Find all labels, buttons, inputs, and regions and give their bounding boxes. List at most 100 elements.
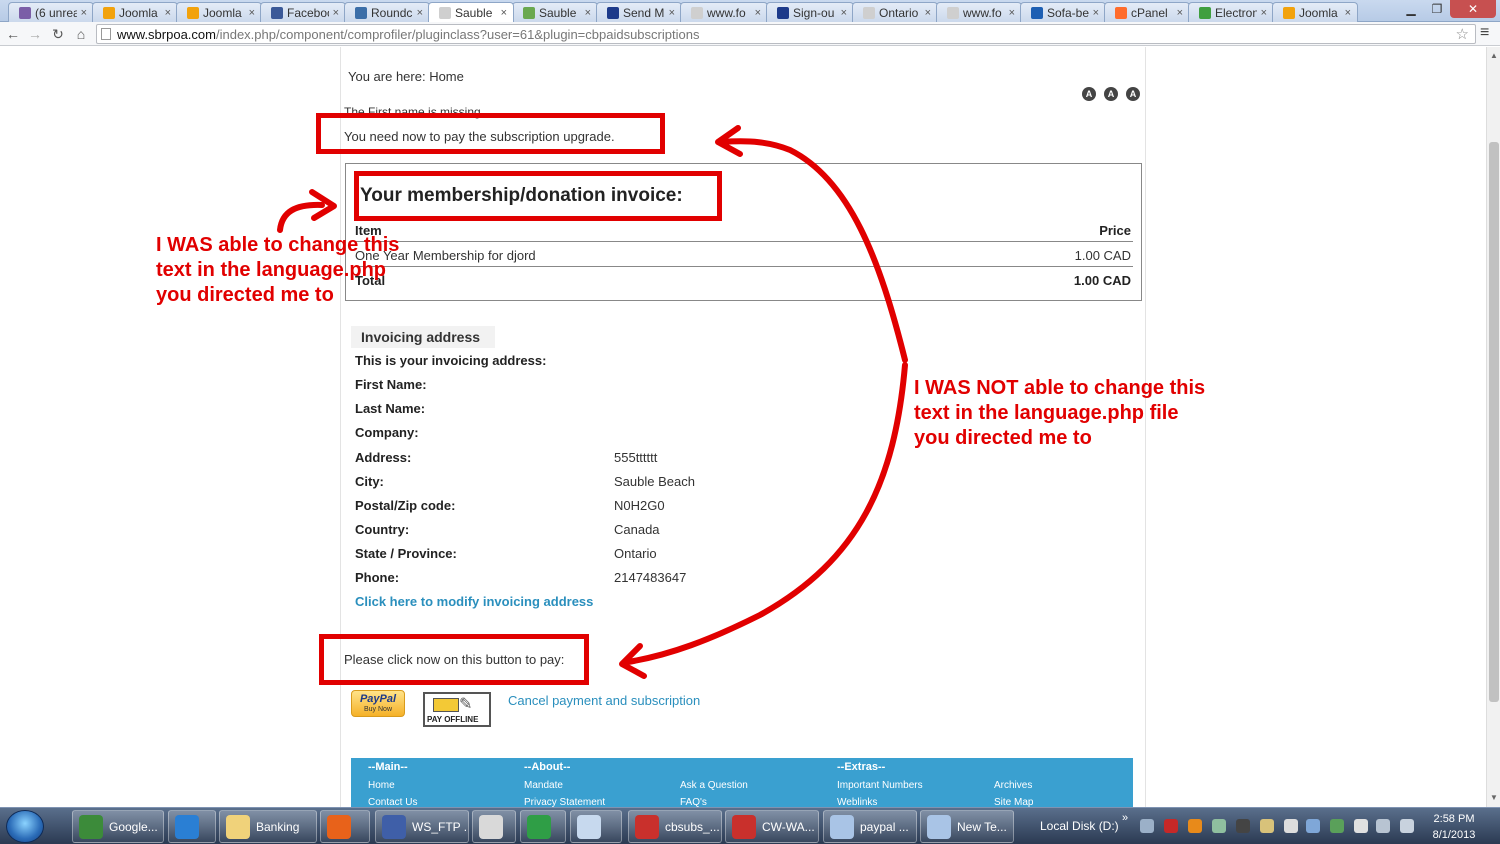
vertical-scrollbar[interactable]: ▲ ▼ — [1486, 47, 1500, 807]
tray-app-icon[interactable] — [1260, 819, 1274, 833]
font-size-large-button[interactable]: A — [1126, 87, 1140, 101]
maximize-window-button[interactable]: ❐ — [1424, 0, 1450, 18]
minimize-window-button[interactable]: ▁ — [1398, 0, 1424, 18]
toolbar-expand-icon[interactable]: » — [1122, 812, 1128, 824]
taskbar-app-button[interactable] — [472, 810, 516, 843]
tray-app-icon[interactable] — [1284, 819, 1298, 833]
footer-link-weblinks[interactable]: Weblinks — [837, 797, 877, 807]
close-tab-icon[interactable]: × — [417, 7, 423, 19]
taskbar-app-button[interactable] — [320, 810, 370, 843]
browser-tab[interactable]: (6 unrea × — [8, 2, 94, 22]
close-tab-icon[interactable]: × — [501, 7, 507, 19]
browser-tab[interactable]: Joomla × — [92, 2, 178, 22]
browser-tab[interactable]: Roundc × — [344, 2, 430, 22]
start-button[interactable] — [6, 810, 44, 843]
taskbar-app-button[interactable] — [168, 810, 216, 843]
browser-tab[interactable]: Sign-ou × — [766, 2, 854, 22]
browser-tab[interactable]: Joomla × — [176, 2, 262, 22]
tray-app-icon[interactable] — [1330, 819, 1344, 833]
taskbar-app-button[interactable] — [570, 810, 622, 843]
close-tab-icon[interactable]: × — [1177, 7, 1183, 19]
tray-app-icon[interactable] — [1212, 819, 1226, 833]
taskbar-app-button[interactable]: paypal ... — [823, 810, 917, 843]
footer-link-archives[interactable]: Archives — [994, 780, 1032, 791]
city-label: City: — [355, 474, 384, 489]
taskbar-app-button[interactable]: CW-WA... — [725, 810, 819, 843]
close-tab-icon[interactable]: × — [841, 7, 847, 19]
taskbar-app-button[interactable]: Banking — [219, 810, 317, 843]
browser-tab[interactable]: Sauble × — [512, 2, 598, 22]
font-size-medium-button[interactable]: A — [1104, 87, 1118, 101]
tab-strip: (6 unrea×Joomla×Joomla×Faceboo×Roundc×Sa… — [0, 0, 1500, 22]
browser-tab[interactable]: Joomla × — [1272, 2, 1358, 22]
close-tab-icon[interactable]: × — [1093, 7, 1099, 19]
close-tab-icon[interactable]: × — [165, 7, 171, 19]
browser-tab[interactable]: Sofa-be × — [1020, 2, 1106, 22]
local-disk-label[interactable]: Local Disk (D:) — [1040, 819, 1119, 833]
close-tab-icon[interactable]: × — [1345, 7, 1351, 19]
site-footer: --Main-- Home Contact Us --About-- Manda… — [351, 758, 1133, 807]
footer-link-sitemap[interactable]: Site Map — [994, 797, 1033, 807]
reload-icon[interactable]: ↻ — [48, 24, 68, 44]
footer-link-mandate[interactable]: Mandate — [524, 780, 563, 791]
network-icon[interactable] — [1376, 819, 1390, 833]
close-tab-icon[interactable]: × — [925, 7, 931, 19]
tray-app-icon[interactable] — [1236, 819, 1250, 833]
footer-link-home[interactable]: Home — [368, 780, 395, 791]
divider — [355, 241, 1133, 242]
browser-toolbar: ← → ↻ ⌂ www.sbrpoa.com/index.php/compone… — [0, 22, 1500, 46]
taskbar-app-button[interactable]: New Te... — [920, 810, 1014, 843]
cancel-payment-link[interactable]: Cancel payment and subscription — [508, 693, 700, 708]
scroll-down-icon[interactable]: ▼ — [1490, 793, 1498, 802]
modify-address-link[interactable]: Click here to modify invoicing address — [355, 594, 593, 609]
browser-tab[interactable]: Sauble × — [428, 2, 514, 22]
system-clock[interactable]: 2:58 PM 8/1/2013 — [1420, 811, 1488, 843]
bookmark-star-icon[interactable]: ☆ — [1456, 25, 1469, 43]
close-tab-icon[interactable]: × — [333, 7, 339, 19]
address-bar[interactable]: www.sbrpoa.com/index.php/component/compr… — [96, 24, 1476, 44]
scroll-thumb[interactable] — [1489, 142, 1499, 702]
taskbar-app-button[interactable] — [520, 810, 566, 843]
tab-favicon-icon — [947, 6, 959, 19]
close-tab-icon[interactable]: × — [755, 7, 761, 19]
browser-tab[interactable]: Send M × — [596, 2, 682, 22]
scroll-up-icon[interactable]: ▲ — [1490, 51, 1498, 60]
shield-icon[interactable] — [1164, 819, 1178, 833]
tray-app-icon[interactable] — [1188, 819, 1202, 833]
close-tab-icon[interactable]: × — [585, 7, 591, 19]
footer-link-ask[interactable]: Ask a Question — [680, 780, 748, 791]
close-tab-icon[interactable]: × — [249, 7, 255, 19]
forward-arrow-icon[interactable]: → — [25, 24, 45, 44]
taskbar-app-button[interactable]: Google... — [72, 810, 164, 843]
address-value: 555tttttt — [614, 450, 658, 465]
browser-tab[interactable]: Faceboo × — [260, 2, 346, 22]
flag-icon[interactable] — [1354, 819, 1368, 833]
close-tab-icon[interactable]: × — [1009, 7, 1015, 19]
footer-link-privacy[interactable]: Privacy Statement — [524, 797, 605, 807]
tray-app-icon[interactable] — [1306, 819, 1320, 833]
close-window-button[interactable]: ✕ — [1450, 0, 1496, 18]
chrome-menu-icon[interactable]: ≡ — [1480, 24, 1489, 42]
paypal-buy-now-button[interactable]: PayPal Buy Now — [351, 690, 405, 717]
browser-tab[interactable]: Ontario × — [852, 2, 938, 22]
browser-tab[interactable]: www.fo × — [680, 2, 768, 22]
browser-tab[interactable]: www.fo × — [936, 2, 1022, 22]
font-size-small-button[interactable]: A — [1082, 87, 1096, 101]
close-tab-icon[interactable]: × — [81, 7, 87, 19]
close-tab-icon[interactable]: × — [1261, 7, 1267, 19]
volume-icon[interactable] — [1400, 819, 1414, 833]
browser-tab[interactable]: cPanel × — [1104, 2, 1190, 22]
tab-label: Sauble — [455, 5, 493, 20]
footer-link-contact[interactable]: Contact Us — [368, 797, 417, 807]
pay-offline-button[interactable]: ✎ PAY OFFLINE — [423, 692, 491, 727]
browser-tab[interactable]: Electron × — [1188, 2, 1274, 22]
footer-link-faq[interactable]: FAQ's — [680, 797, 707, 807]
home-icon[interactable]: ⌂ — [71, 24, 91, 44]
checkmark-icon: ✎ — [459, 696, 473, 713]
taskbar-app-button[interactable]: WS_FTP ... — [375, 810, 469, 843]
back-arrow-icon[interactable]: ← — [3, 24, 23, 44]
footer-link-numbers[interactable]: Important Numbers — [837, 780, 923, 791]
taskbar-app-button[interactable]: cbsubs_... — [628, 810, 722, 843]
close-tab-icon[interactable]: × — [669, 7, 675, 19]
tray-icon[interactable] — [1140, 819, 1154, 833]
